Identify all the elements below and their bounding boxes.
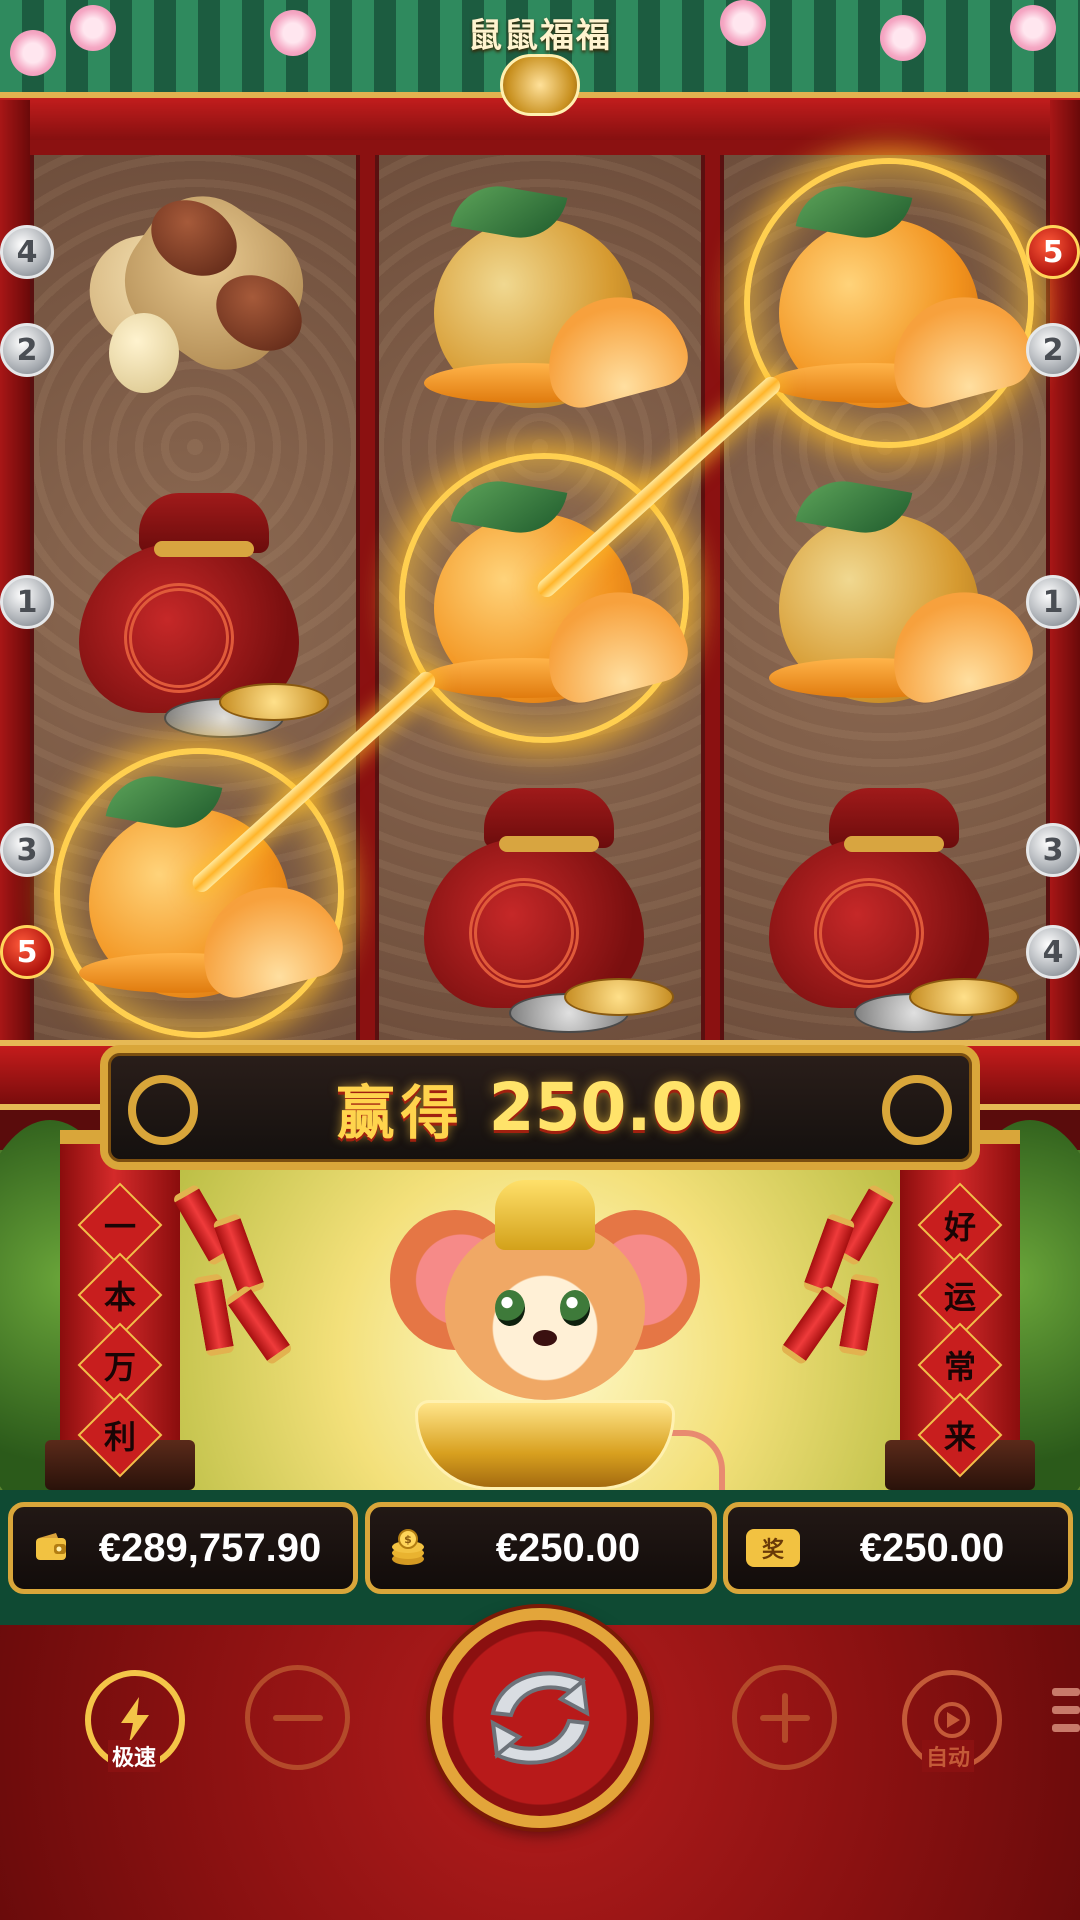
couplet-char: 常 <box>943 1347 977 1386</box>
payline-marker-right[interactable]: 1 <box>1026 575 1080 629</box>
reel-2 <box>375 155 705 1040</box>
scroll-ornament-icon <box>128 1075 198 1145</box>
prize-icon-text: 奖 <box>761 1538 784 1563</box>
money-bag-symbol-icon <box>414 778 674 1033</box>
couplet-char: 本 <box>103 1277 137 1316</box>
bet-value: €250.00 <box>495 1525 641 1570</box>
turbo-label: 极速 <box>108 1740 161 1772</box>
gold-ingot-icon <box>415 1400 675 1490</box>
couplet-left: 一 本 万 利 <box>77 1182 163 1478</box>
reel-3 <box>720 155 1050 1040</box>
play-icon <box>934 1702 970 1738</box>
reel-1 <box>30 155 360 1040</box>
win-box: 奖 €250.00 <box>723 1502 1073 1594</box>
couplet-char: 一 <box>103 1207 137 1246</box>
win-amount: 250.00 <box>488 1069 744 1146</box>
couplet-char: 好 <box>943 1207 977 1246</box>
firecrackers-icon <box>171 1175 294 1375</box>
increase-bet-button[interactable] <box>732 1665 837 1770</box>
reel-cell <box>724 450 1054 745</box>
reel-cell <box>379 745 709 1040</box>
couplet-char: 利 <box>103 1417 137 1456</box>
payline-marker-left[interactable]: 4 <box>0 225 54 279</box>
reel-cell <box>724 745 1054 1040</box>
prize-icon: 奖 <box>746 1529 800 1567</box>
payline-marker-right-active[interactable]: 5 <box>1026 225 1080 279</box>
payline-marker-left-active[interactable]: 5 <box>0 925 54 979</box>
balance-box[interactable]: €289,757.90 <box>8 1502 358 1594</box>
minus-icon <box>272 1714 323 1721</box>
firecrackers-icon <box>779 1175 900 1375</box>
reel-cell <box>379 155 709 450</box>
couplet-char: 来 <box>943 1417 977 1456</box>
cherry-blossom-icon <box>10 30 56 76</box>
balance-value: €289,757.90 <box>98 1525 322 1570</box>
spin-button[interactable] <box>430 1608 650 1828</box>
payline-marker-right[interactable]: 4 <box>1026 925 1080 979</box>
orange-symbol-icon <box>759 178 1040 418</box>
money-bag-symbol-icon <box>759 778 1019 1033</box>
couplet-char: 万 <box>103 1347 137 1386</box>
payline-marker-right[interactable]: 2 <box>1026 323 1080 377</box>
svg-text:$: $ <box>404 1533 412 1546</box>
payline-marker-left[interactable]: 1 <box>0 575 54 629</box>
orange-symbol-icon <box>414 178 695 418</box>
game-title: 鼠鼠福福 <box>468 16 612 56</box>
cherry-blossom-icon <box>270 10 316 56</box>
reel-cell <box>34 155 364 450</box>
orange-symbol-icon <box>759 473 1040 713</box>
money-bag-symbol-icon <box>69 483 329 738</box>
autoplay-label: 自动 <box>922 1740 975 1772</box>
coins-icon: $ <box>388 1528 428 1568</box>
reel-cell <box>34 450 364 745</box>
win-value: €250.00 <box>859 1525 1005 1570</box>
plus-icon <box>759 1692 810 1743</box>
couplet-char: 运 <box>943 1277 977 1316</box>
cherry-blossom-icon <box>1010 5 1056 51</box>
win-label: 赢得 <box>336 1078 465 1147</box>
payline-marker-right[interactable]: 3 <box>1026 823 1080 877</box>
bet-box[interactable]: $ €250.00 <box>365 1502 717 1594</box>
decrease-bet-button[interactable] <box>245 1665 350 1770</box>
wallet-icon <box>31 1528 71 1568</box>
spin-arrows-icon <box>490 1671 590 1765</box>
mouse-mascot-icon <box>385 1180 725 1510</box>
payline-marker-left[interactable]: 2 <box>0 323 54 377</box>
cherry-blossom-icon <box>880 15 926 61</box>
reel-cell <box>724 155 1054 450</box>
scroll-ornament-icon <box>882 1075 952 1145</box>
couplet-right: 好 运 常 来 <box>917 1182 1003 1478</box>
peanut-symbol-icon <box>69 172 329 418</box>
win-display: 赢得 250.00 <box>100 1045 980 1170</box>
lightning-icon <box>121 1697 149 1743</box>
cherry-blossom-icon <box>70 5 116 51</box>
payline-marker-left[interactable]: 3 <box>0 823 54 877</box>
cherry-blossom-icon <box>720 0 766 46</box>
menu-icon[interactable] <box>1052 1688 1080 1732</box>
